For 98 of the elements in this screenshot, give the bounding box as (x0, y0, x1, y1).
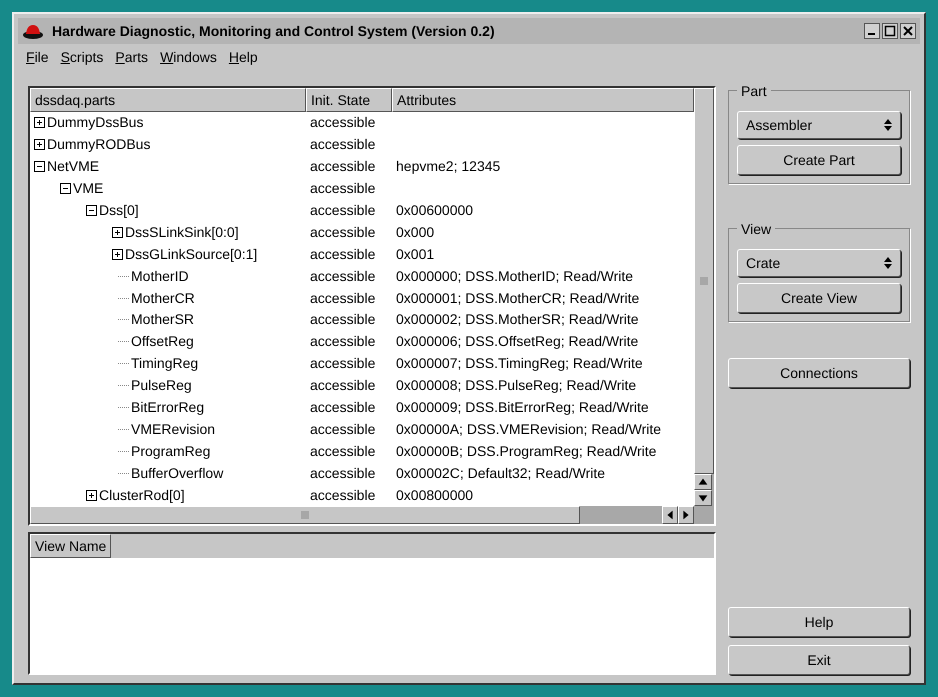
expand-icon[interactable] (112, 226, 123, 238)
table-cell: 0x000007; DSS.TimingReg; Read/Write (396, 355, 643, 372)
grip-icon (301, 511, 309, 519)
column-header[interactable]: Init. State (306, 88, 392, 112)
minimize-icon[interactable] (864, 23, 880, 39)
table-cell: 0x001 (396, 246, 434, 262)
push-button[interactable]: Create View (737, 283, 901, 313)
scroll-down-icon[interactable] (694, 490, 712, 506)
expand-icon[interactable] (112, 248, 123, 260)
table-cell: accessible (310, 442, 376, 459)
table-cell: 0x000009; DSS.BitErrorReg; Read/Write (396, 399, 649, 416)
tree-line (118, 276, 129, 277)
table-cell: accessible (310, 464, 376, 481)
tree-item[interactable]: VMERevision (131, 418, 216, 440)
expand-icon[interactable] (86, 490, 97, 501)
table-cell: 0x000001; DSS.MotherCR; Read/Write (396, 290, 640, 306)
table-cell: accessible (310, 311, 376, 328)
tree-line (118, 450, 129, 452)
table-cell: accessible (310, 202, 376, 218)
table-cell: accessible (310, 224, 376, 240)
table-cell: 0x000 (396, 224, 434, 240)
collapse-icon[interactable] (86, 205, 97, 216)
tree-line (118, 319, 129, 320)
push-button[interactable]: Help (728, 607, 910, 637)
table-cell: accessible (310, 136, 376, 152)
scroll-right-icon[interactable] (678, 506, 694, 524)
menu-item[interactable]: Help (228, 46, 258, 68)
expand-icon[interactable] (34, 117, 45, 128)
column-header[interactable]: dssdaq.parts (30, 88, 306, 112)
tree-item[interactable]: BitErrorReg (131, 397, 204, 418)
scroll-left-icon[interactable] (662, 506, 678, 524)
menu-item[interactable]: Windows (160, 46, 217, 68)
dropdown[interactable]: Crate (737, 249, 901, 277)
table-cell: 0x00800000 (396, 486, 474, 503)
push-button[interactable]: Exit (728, 645, 910, 675)
column-header[interactable]: View Name (30, 534, 112, 558)
tree-item[interactable]: MotherCR (131, 288, 195, 309)
collapse-icon[interactable] (60, 183, 71, 194)
table-cell: 0x00600000 (396, 202, 474, 218)
grip-icon (700, 277, 708, 285)
tree-item[interactable]: BufferOverflow (131, 462, 224, 484)
table-cell: hepvme2; 12345 (396, 158, 500, 174)
tree-line (118, 341, 129, 342)
tree-item[interactable]: DssGLinkSource[0:1] (125, 244, 258, 265)
tree-item[interactable]: MotherID (131, 266, 189, 287)
table-cell: accessible (310, 355, 376, 372)
table-cell: 0x000008; DSS.PulseReg; Read/Write (396, 377, 636, 394)
tree-item[interactable]: DssSLinkSink[0:0] (125, 222, 239, 243)
tree-item[interactable]: TimingReg (131, 353, 198, 374)
tree-line (118, 385, 129, 386)
tree-item[interactable]: NetVME (47, 156, 100, 178)
table-cell: accessible (310, 399, 376, 416)
dropdown[interactable]: Assembler (737, 111, 901, 139)
table-cell: 0x00000A; DSS.VMERevision; Read/Write (396, 420, 662, 437)
table-cell: accessible (310, 333, 376, 350)
menu-item[interactable]: Scripts (60, 46, 104, 68)
tree-item[interactable]: VME (73, 178, 104, 200)
table-cell: accessible (310, 180, 376, 196)
tree-line (118, 363, 129, 364)
table-cell: 0x000000; DSS.MotherID; Read/Write (396, 268, 634, 284)
table-cell: accessible (310, 158, 376, 174)
expand-icon[interactable] (34, 139, 45, 150)
push-button[interactable]: Connections (728, 358, 910, 388)
tree-item[interactable]: ProgramReg (131, 440, 210, 462)
scroll-up-icon[interactable] (694, 474, 712, 490)
vertical-scrollbar[interactable] (694, 88, 714, 506)
maximize-icon[interactable] (882, 23, 898, 39)
table-cell: 0x00000B; DSS.ProgramReg; Read/Write (396, 442, 656, 459)
collapse-icon[interactable] (34, 161, 45, 172)
table-cell: 0x00002C; Default32; Read/Write (396, 464, 606, 481)
table-cell: accessible (310, 268, 376, 284)
tree-item[interactable]: Dss[0] (99, 200, 139, 221)
tree-line (118, 407, 129, 408)
push-button[interactable]: Create Part (737, 145, 901, 175)
tree-line (118, 298, 129, 299)
tree-item[interactable]: DummyRODBus (47, 134, 150, 156)
horizontal-scrollbar[interactable] (30, 506, 714, 524)
tree-item[interactable]: ClusterRod[0] (99, 484, 185, 506)
tree-item[interactable]: DummyDssBus (47, 112, 144, 134)
hat-icon (22, 22, 44, 40)
table-cell: 0x000002; DSS.MotherSR; Read/Write (396, 311, 639, 328)
tree-item[interactable]: MotherSR (131, 309, 194, 330)
table-cell: accessible (310, 377, 376, 394)
table-cell: accessible (310, 420, 376, 437)
table-cell: accessible (310, 486, 376, 503)
table-cell: accessible (310, 246, 376, 262)
menu-item[interactable]: Parts (115, 46, 148, 68)
table-cell: 0x000006; DSS.OffsetReg; Read/Write (396, 333, 638, 350)
menu-item[interactable]: File (26, 46, 49, 68)
tree-line (118, 428, 129, 430)
close-icon[interactable] (900, 23, 916, 39)
column-header[interactable]: Attributes (392, 88, 694, 112)
tree-item[interactable]: OffsetReg (131, 331, 194, 352)
table-cell: accessible (310, 290, 376, 306)
window-title: Hardware Diagnostic, Monitoring and Control System (Version 0.2) (52, 22, 496, 41)
table-cell: accessible (310, 114, 376, 130)
tree-item[interactable]: PulseReg (131, 375, 192, 396)
tree-line (118, 472, 129, 474)
